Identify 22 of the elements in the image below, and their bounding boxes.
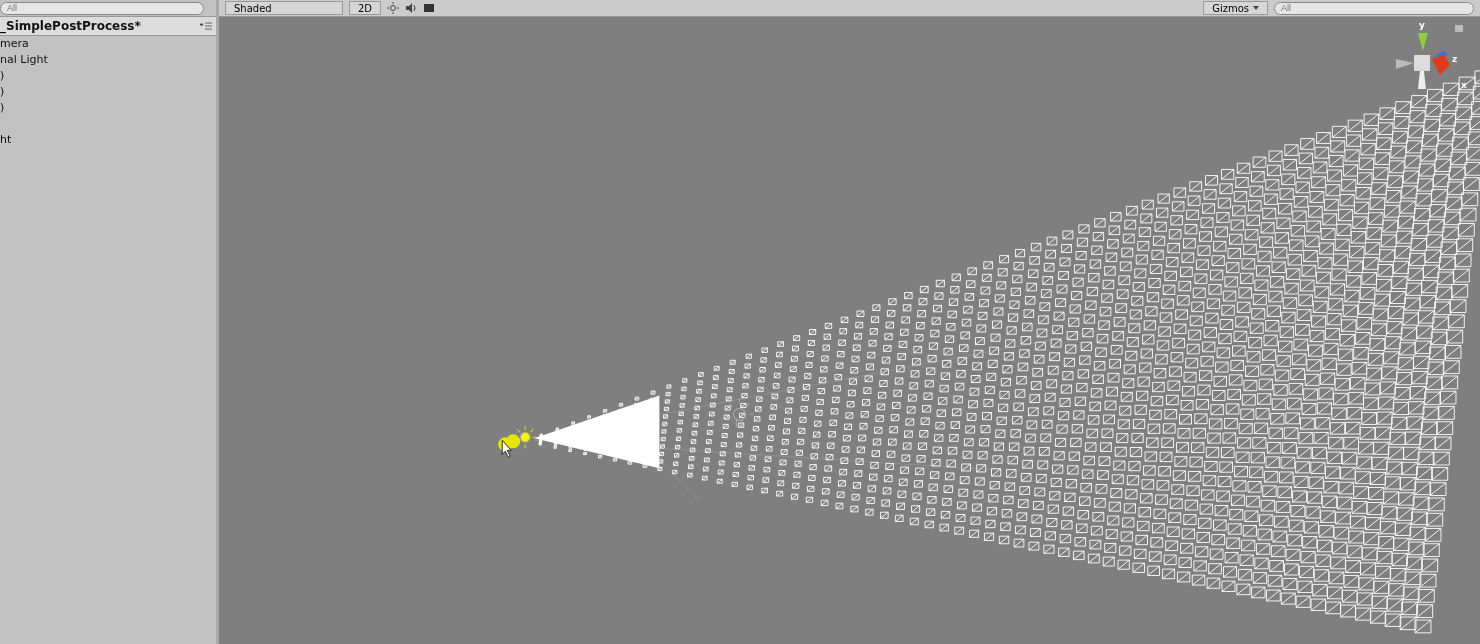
image-icon[interactable] bbox=[423, 2, 436, 14]
speaker-icon[interactable] bbox=[405, 2, 418, 14]
2d-toggle[interactable]: 2D bbox=[349, 1, 382, 15]
axis-gizmo-icon[interactable] bbox=[1395, 32, 1450, 89]
cursor-icon bbox=[501, 439, 512, 458]
gizmos-dropdown[interactable]: Gizmos bbox=[1203, 1, 1268, 15]
draw-mode-dropdown[interactable]: Shaded bbox=[225, 1, 343, 15]
bulb-icon bbox=[724, 397, 754, 427]
search-field[interactable]: All bbox=[1274, 1, 1474, 15]
menu-icon[interactable] bbox=[200, 22, 212, 30]
scene-title: _SimplePostProcess* bbox=[0, 19, 141, 33]
sun-icon[interactable] bbox=[387, 2, 400, 14]
hierarchy-item[interactable]: ht bbox=[0, 132, 216, 148]
caret-icon bbox=[1253, 6, 1259, 10]
axis-label: z bbox=[1452, 55, 1458, 64]
axis-label: y bbox=[1419, 21, 1425, 30]
hierarchy-item[interactable]: ) bbox=[0, 100, 216, 116]
hierarchy-item[interactable]: nal Light bbox=[0, 52, 216, 68]
hierarchy-item[interactable]: ) bbox=[0, 84, 216, 100]
hierarchy-item[interactable]: ) bbox=[0, 68, 216, 84]
search-field[interactable]: All bbox=[0, 1, 204, 15]
hierarchy-item[interactable]: mera bbox=[0, 36, 216, 52]
